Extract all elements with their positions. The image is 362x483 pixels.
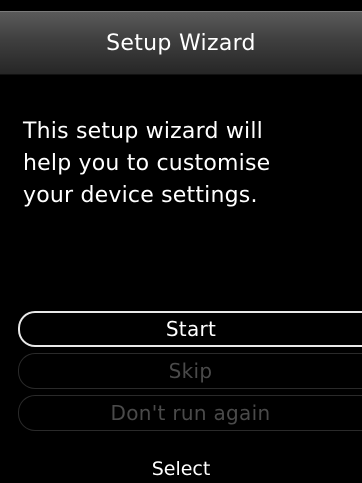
select-softkey[interactable]: Select	[0, 455, 362, 483]
dont-run-again-option[interactable]: Don't run again	[18, 395, 362, 431]
options-list: Start Skip Don't run again	[18, 311, 362, 437]
status-strip	[0, 0, 362, 11]
dont-run-again-option-label: Don't run again	[110, 401, 271, 425]
wizard-message: This setup wizard will help you to custo…	[23, 116, 343, 212]
skip-option-label: Skip	[168, 359, 213, 383]
skip-option[interactable]: Skip	[18, 353, 362, 389]
screen: Setup Wizard This setup wizard will help…	[0, 0, 362, 483]
title-bar: Setup Wizard	[0, 11, 362, 75]
start-option-label: Start	[165, 317, 217, 341]
start-option[interactable]: Start	[18, 311, 362, 347]
message-line-1: This setup wizard will	[23, 119, 263, 144]
message-line-2: help you to customise	[23, 151, 271, 176]
message-line-3: your device settings.	[23, 183, 258, 208]
select-softkey-label: Select	[151, 458, 211, 480]
page-title: Setup Wizard	[106, 30, 256, 56]
